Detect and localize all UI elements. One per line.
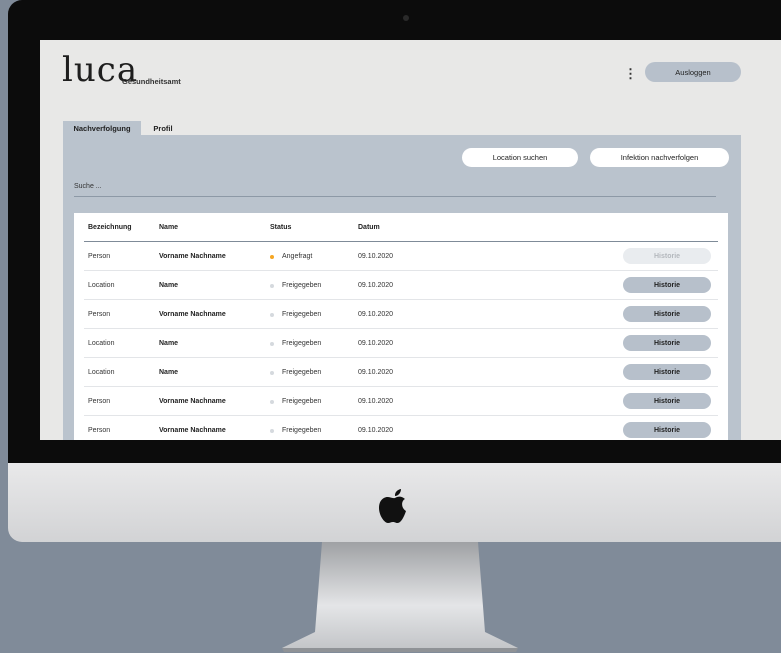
row-type: Person xyxy=(88,311,111,318)
table-row: Person Vorname Nachname Freigegeben 09.1… xyxy=(74,416,728,440)
monitor-stand xyxy=(282,542,518,652)
vertical-dots-icon[interactable]: ⋮ xyxy=(624,66,637,82)
status-dot-icon xyxy=(270,341,274,346)
row-name: Name xyxy=(159,369,179,376)
row-status: Freigegeben xyxy=(270,300,321,329)
row-type: Person xyxy=(88,253,111,260)
history-button[interactable]: Historie xyxy=(623,335,711,351)
history-button[interactable]: Historie xyxy=(623,248,711,264)
row-name: Name xyxy=(159,340,179,347)
row-type: Person xyxy=(88,398,111,405)
row-name: Vorname Nachname xyxy=(159,311,226,318)
history-button[interactable]: Historie xyxy=(623,422,711,438)
history-button[interactable]: Historie xyxy=(623,306,711,322)
table-row: Person Vorname Nachname Angefragt 09.10.… xyxy=(74,242,728,271)
row-date: 09.10.2020 xyxy=(358,282,394,289)
trace-infection-button[interactable]: Infektion nachverfolgen xyxy=(590,148,729,167)
logout-button[interactable]: Ausloggen xyxy=(645,62,741,82)
status-dot-icon xyxy=(270,254,274,259)
row-date: 09.10.2020 xyxy=(358,369,394,376)
table-row: Location Name Freigegeben 09.10.2020 His… xyxy=(74,271,728,300)
table-row: Location Name Freigegeben 09.10.2020 His… xyxy=(74,358,728,387)
apple-logo-icon xyxy=(379,489,406,523)
row-name: Vorname Nachname xyxy=(159,427,226,434)
header-name: Name xyxy=(159,224,179,231)
status-dot-icon xyxy=(270,399,274,404)
row-status: Freigegeben xyxy=(270,271,321,300)
status-dot-icon xyxy=(270,428,274,433)
row-status: Freigegeben xyxy=(270,387,321,416)
app-screen: luca Gesundheitsamt ⋮ Ausloggen Nachverf… xyxy=(40,40,781,440)
row-type: Person xyxy=(88,427,111,434)
header-status: Status xyxy=(270,224,292,231)
row-name: Name xyxy=(159,282,179,289)
row-name: Vorname Nachname xyxy=(159,253,226,260)
status-dot-icon xyxy=(270,283,274,288)
tab-profil[interactable]: Profil xyxy=(143,121,183,135)
camera-icon xyxy=(403,15,409,21)
row-type: Location xyxy=(88,340,115,347)
row-status: Freigegeben xyxy=(270,416,321,440)
row-type: Location xyxy=(88,369,115,376)
history-button[interactable]: Historie xyxy=(623,277,711,293)
table-row: Location Name Freigegeben 09.10.2020 His… xyxy=(74,329,728,358)
row-date: 09.10.2020 xyxy=(358,253,394,260)
header-bezeichnung: Bezeichnung xyxy=(88,224,132,231)
row-status: Freigegeben xyxy=(270,358,321,387)
records-table: Bezeichnung Name Status Datum Person Vor… xyxy=(74,213,728,440)
row-type: Location xyxy=(88,282,115,289)
tracing-panel: Location suchen Infektion nachverfolgen … xyxy=(63,135,741,440)
row-date: 09.10.2020 xyxy=(358,398,394,405)
status-dot-icon xyxy=(270,370,274,375)
tab-nachverfolgung[interactable]: Nachverfolgung xyxy=(63,121,141,135)
table-header: Bezeichnung Name Status Datum xyxy=(74,213,728,242)
table-row: Person Vorname Nachname Freigegeben 09.1… xyxy=(74,387,728,416)
search-input[interactable]: Suche ... xyxy=(74,183,716,197)
history-button[interactable]: Historie xyxy=(623,364,711,380)
app-subtitle: Gesundheitsamt xyxy=(122,77,181,86)
location-search-button[interactable]: Location suchen xyxy=(462,148,578,167)
header-datum: Datum xyxy=(358,224,380,231)
row-status: Angefragt xyxy=(270,242,312,271)
table-row: Person Vorname Nachname Freigegeben 09.1… xyxy=(74,300,728,329)
row-date: 09.10.2020 xyxy=(358,427,394,434)
row-date: 09.10.2020 xyxy=(358,311,394,318)
row-date: 09.10.2020 xyxy=(358,340,394,347)
history-button[interactable]: Historie xyxy=(623,393,711,409)
row-name: Vorname Nachname xyxy=(159,398,226,405)
row-status: Freigegeben xyxy=(270,329,321,358)
status-dot-icon xyxy=(270,312,274,317)
